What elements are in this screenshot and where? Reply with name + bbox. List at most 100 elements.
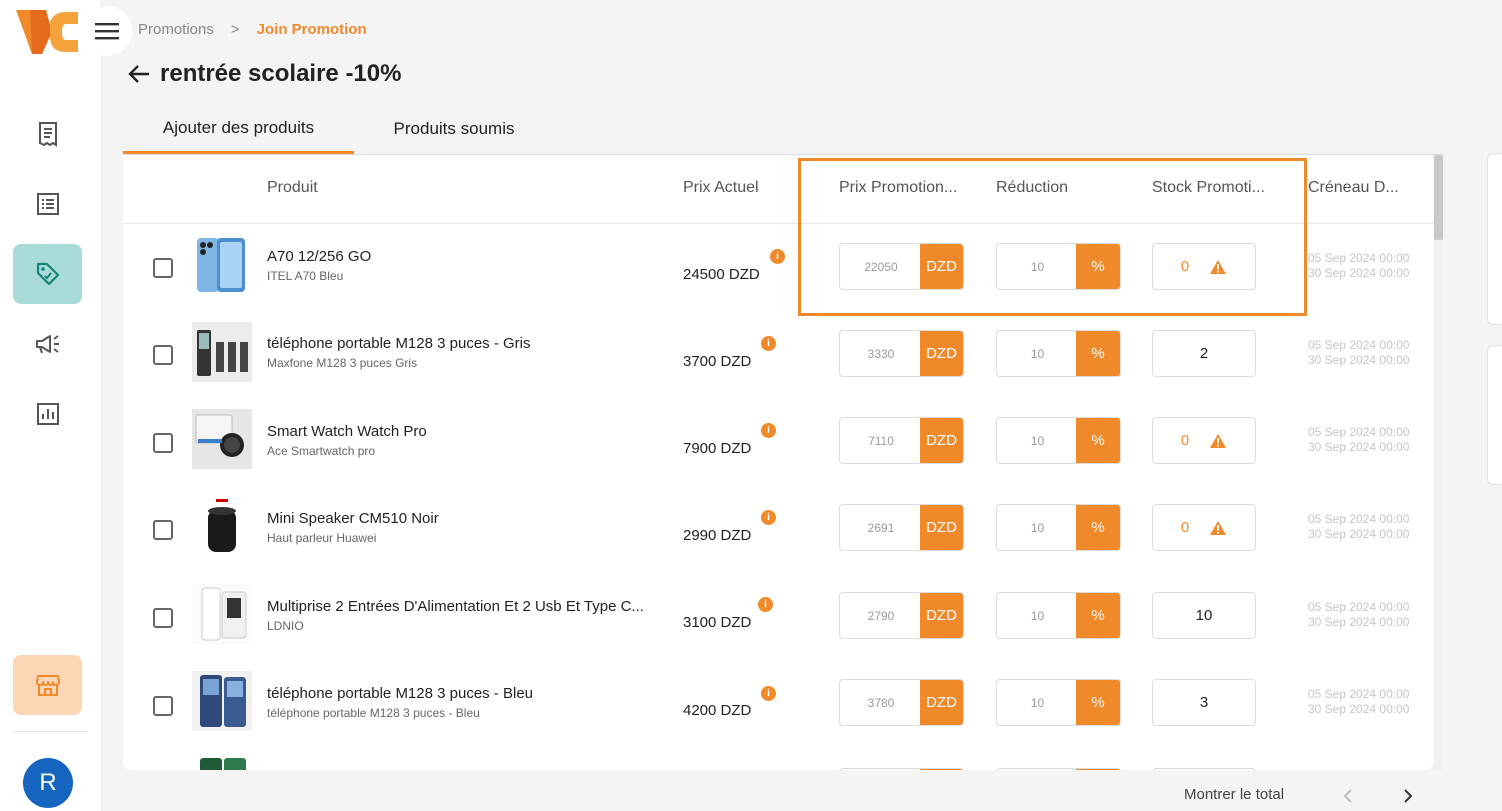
nav-orders[interactable] [13,104,82,164]
chevron-left-icon [1343,789,1352,803]
promo-stock-input[interactable]: 0 [1152,417,1256,464]
promo-stock-input[interactable]: 3 [1152,679,1256,726]
row-checkbox[interactable] [153,696,173,716]
table-header: Produit Prix Actuel Prix Promotion... Ré… [123,155,1433,224]
list-icon [36,193,59,215]
promo-price-input[interactable] [839,768,964,770]
back-arrow-icon[interactable] [126,61,152,87]
promo-price-input[interactable]: 2691 DZD [839,504,964,551]
info-icon[interactable]: i [770,249,785,264]
info-icon[interactable]: i [758,597,773,612]
promo-price-input[interactable]: 7110 DZD [839,417,964,464]
info-icon[interactable]: i [761,336,776,351]
product-image [192,671,252,731]
breadcrumb-promotions[interactable]: Promotions [138,21,214,38]
time-slot: 05 Sep 2024 00:00 30 Sep 2024 00:00 [1308,425,1410,454]
warning-icon [1210,520,1227,535]
hamburger-icon [95,23,119,40]
time-slot: 05 Sep 2024 00:00 30 Sep 2024 00:00 [1308,687,1410,716]
nav-promotions[interactable] [13,244,82,304]
col-promo-stock: Stock Promoti... [1152,179,1265,196]
promo-stock-input[interactable]: 0 [1152,504,1256,551]
promo-stock-input[interactable] [1152,768,1256,770]
chevron-right-icon [1404,789,1413,803]
next-page-button[interactable] [1396,784,1420,808]
breadcrumb-current: Join Promotion [256,21,367,38]
side-panel-bottom[interactable] [1487,345,1502,485]
current-price: 3100 DZD [683,614,752,631]
avatar[interactable]: R [23,758,73,808]
reduction-input[interactable]: 10 % [996,330,1121,377]
bar-chart-icon [36,403,59,425]
promo-stock-input[interactable]: 0 [1152,243,1256,290]
side-panel-top[interactable] [1487,153,1502,325]
nav-analytics[interactable] [13,384,82,444]
nav-marketing[interactable] [13,314,82,374]
row-checkbox[interactable] [153,520,173,540]
table-row: A70 12/256 GO ITEL A70 Bleu 24500 DZD i … [123,224,1433,311]
store-icon [35,675,60,696]
row-checkbox[interactable] [153,258,173,278]
current-price: 24500 DZD [683,266,760,283]
col-reduction: Réduction [996,179,1069,196]
promo-stock-input[interactable]: 10 [1152,592,1256,639]
menu-button[interactable] [82,6,132,56]
prev-page-button[interactable] [1336,784,1360,808]
product-image [192,496,252,556]
breadcrumb: Promotions > Join Promotion [138,21,367,38]
row-checkbox[interactable] [153,345,173,365]
promo-price-input[interactable]: 3330 DZD [839,330,964,377]
product-image [197,238,245,292]
megaphone-icon [35,335,59,354]
reduction-input[interactable]: 10 % [996,417,1121,464]
reduction-input[interactable]: 10 % [996,504,1121,551]
nav-products[interactable] [13,174,82,234]
reduction-input[interactable] [996,768,1121,770]
tab-submitted-products[interactable]: Produits soumis [354,104,554,154]
product-variant: Maxfone M128 3 puces Gris [267,356,418,370]
col-slot: Créneau D... [1308,179,1399,196]
warning-icon [1210,433,1227,448]
col-product: Produit [267,179,318,196]
table-row: téléphone portable M128 3 puces - Gris M… [123,311,1433,398]
warning-icon [1210,259,1227,274]
info-icon[interactable]: i [761,510,776,525]
reduction-input[interactable]: 10 % [996,679,1121,726]
table-row [123,746,1433,770]
product-variant: LDNIO [267,619,304,633]
promo-price-input[interactable]: 2790 DZD [839,592,964,639]
sidebar: R [0,0,102,811]
row-checkbox[interactable] [153,608,173,628]
page-header: rentrée scolaire -10% [126,60,401,88]
product-name: A70 12/256 GO [267,248,372,265]
product-name: téléphone portable M128 3 puces - Gris [267,335,531,352]
product-image [192,322,252,382]
current-price: 2990 DZD [683,527,752,544]
products-table: Produit Prix Actuel Prix Promotion... Ré… [123,155,1433,770]
promo-price-input[interactable]: 3780 DZD [839,679,964,726]
table-scrollbar-track[interactable] [1434,155,1443,770]
show-total-link[interactable]: Montrer le total [1184,786,1284,803]
table-row: Smart Watch Watch Pro Ace Smartwatch pro… [123,398,1433,485]
col-current-price: Prix Actuel [683,179,759,196]
row-checkbox[interactable] [153,433,173,453]
current-price: 3700 DZD [683,353,752,370]
promo-price-input[interactable]: 22050 DZD [839,243,964,290]
current-price: 4200 DZD [683,702,752,719]
tag-icon [36,262,59,286]
info-icon[interactable]: i [761,423,776,438]
time-slot: 05 Sep 2024 00:00 30 Sep 2024 00:00 [1308,251,1410,280]
current-price: 7900 DZD [683,440,752,457]
brand-logo[interactable] [16,8,80,56]
reduction-input[interactable]: 10 % [996,592,1121,639]
nav-store[interactable] [13,655,82,715]
product-variant: Ace Smartwatch pro [267,444,376,458]
table-row: Mini Speaker CM510 Noir Haut parleur Hua… [123,485,1433,572]
info-icon[interactable]: i [761,686,776,701]
table-scrollbar-thumb[interactable] [1434,155,1443,240]
tab-add-products[interactable]: Ajouter des produits [123,104,354,154]
product-name: Mini Speaker CM510 Noir [267,510,439,527]
product-variant: ITEL A70 Bleu [267,269,344,283]
reduction-input[interactable]: 10 % [996,243,1121,290]
promo-stock-input[interactable]: 2 [1152,330,1256,377]
